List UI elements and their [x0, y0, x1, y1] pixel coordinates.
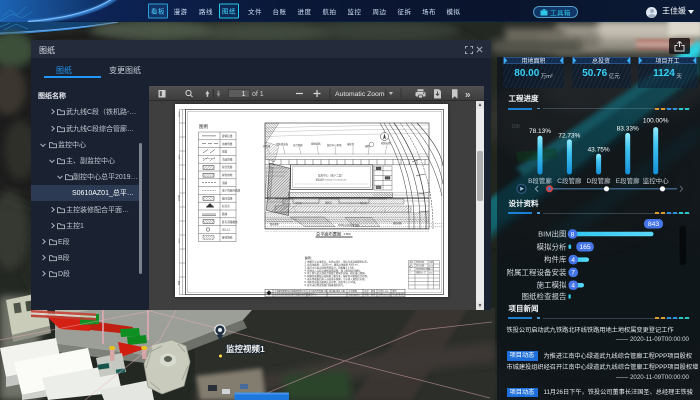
svg-text:图例: 图例 — [199, 123, 208, 130]
svg-text:地下管廊外轮廓: 地下管廊外轮廓 — [222, 188, 241, 192]
svg-text:日期: 日期 — [429, 260, 433, 264]
svg-text:E段管廊: E段管廊 — [616, 176, 640, 185]
svg-text:1:500: 1:500 — [343, 232, 350, 236]
svg-text:模拟分析: 模拟分析 — [537, 241, 567, 251]
svg-text:综合管廊: 综合管廊 — [293, 143, 303, 147]
svg-text:100: 100 — [511, 124, 520, 130]
svg-text:843: 843 — [648, 221, 660, 228]
svg-text:of 1: of 1 — [252, 91, 264, 98]
svg-text:总平面: 总平面 — [177, 194, 181, 200]
svg-text:8: 8 — [571, 231, 575, 238]
svg-text:既有道路翻交: 既有道路翻交 — [222, 219, 238, 223]
svg-text:市政管线: 市政管线 — [222, 157, 233, 161]
svg-text:规划支路: 规划支路 — [381, 141, 391, 145]
svg-text:武汉市城市建设投资开发集团有限公司: 武汉市城市建设投资开发集团有限公司 — [274, 292, 309, 296]
svg-text:围墙: 围墙 — [222, 149, 228, 153]
svg-text:审核: 审核 — [364, 292, 368, 296]
svg-text:批准: 批准 — [371, 292, 375, 296]
svg-text:4: 4 — [571, 257, 575, 264]
svg-text:总平面图: 总平面图 — [348, 289, 356, 293]
svg-text:78.13%: 78.13% — [529, 128, 551, 135]
svg-text:100.00%: 100.00% — [643, 118, 669, 125]
svg-text:165: 165 — [579, 244, 591, 251]
svg-text:监控中心用地: 监控中心用地 — [327, 143, 342, 147]
svg-text:7: 7 — [571, 270, 575, 277]
svg-text:监控中心: 监控中心 — [643, 176, 670, 185]
svg-text:构件库: 构件库 — [544, 254, 567, 264]
svg-text:比例 1:500: 比例 1:500 — [378, 289, 389, 293]
svg-text:日期 2019.06: 日期 2019.06 — [378, 292, 391, 296]
svg-text:复核: 复核 — [371, 289, 375, 293]
svg-text:监控中心（地下二层）: 监控中心（地下二层） — [318, 173, 344, 177]
svg-text:S0610AZ01: S0610AZ01 — [348, 293, 360, 296]
svg-text:»: » — [465, 90, 471, 101]
svg-text:总平面布置图: 总平面布置图 — [316, 230, 341, 237]
svg-text:标高点: 标高点 — [222, 204, 230, 208]
svg-text:既有建筑: 既有建筑 — [270, 222, 280, 226]
svg-text:Automatic Zoom: Automatic Zoom — [335, 91, 385, 98]
svg-text:43.75%: 43.75% — [588, 147, 610, 154]
svg-text:附属工程设备安装: 附属工程设备安装 — [507, 267, 567, 277]
svg-text:首次出图: 首次出图 — [416, 263, 424, 267]
svg-text:绿化带: 绿化带 — [347, 142, 355, 146]
svg-text:出图: 出图 — [177, 280, 181, 284]
svg-text:图号: 图号 — [392, 289, 396, 293]
svg-text:4: 4 — [571, 283, 575, 290]
svg-text:版次: 版次 — [409, 260, 413, 264]
svg-text:19.06: 19.06 — [428, 265, 434, 267]
svg-text:C段管廊: C段管廊 — [557, 176, 582, 185]
svg-text:综合管廊: 综合管廊 — [222, 165, 233, 169]
svg-text:BIM出图: BIM出图 — [538, 229, 566, 239]
svg-text:说明：: 说明： — [304, 255, 313, 260]
svg-text:1: 1 — [242, 91, 246, 98]
svg-text:硬化场地: 硬化场地 — [222, 235, 233, 239]
svg-text:用地界线: 用地界线 — [222, 141, 233, 145]
svg-text:S0610: S0610 — [179, 110, 181, 117]
svg-text:共1张 第1张: 共1张 第1张 — [392, 292, 404, 296]
svg-text:绿化用地: 绿化用地 — [222, 173, 233, 177]
svg-text:道路: 道路 — [222, 180, 228, 184]
svg-text:B段管廊: B段管廊 — [528, 176, 552, 185]
svg-text:19.12: 19.12 — [428, 272, 434, 274]
svg-text:调整出入口: 调整出入口 — [416, 270, 426, 274]
svg-text:D段管廊: D段管廊 — [586, 176, 611, 185]
svg-text:中铁第四勘察设计院集团有限公司: 中铁第四勘察设计院集团有限公司 — [274, 289, 305, 293]
svg-text:9. 其余未尽事宜按现行国家规范执行。: 9. 其余未尽事宜按现行国家规范执行。 — [304, 282, 345, 286]
svg-text:19.09: 19.09 — [428, 269, 434, 271]
svg-text:路缘: 路缘 — [222, 212, 228, 216]
svg-text:72.73%: 72.73% — [558, 133, 580, 140]
svg-text:监控视频1: 监控视频1 — [226, 344, 265, 354]
svg-text:监控中心: 监控中心 — [308, 292, 316, 296]
svg-text:临时堆场: 临时堆场 — [222, 196, 233, 200]
svg-text:图纸检查报告: 图纸检查报告 — [522, 291, 567, 301]
svg-text:出入口: 出入口 — [222, 227, 230, 231]
svg-text:83.33%: 83.33% — [617, 126, 639, 133]
svg-text:施工模拟: 施工模拟 — [537, 280, 567, 290]
svg-text:设计: 设计 — [364, 289, 368, 293]
svg-text:消防登高面: 消防登高面 — [276, 142, 289, 146]
svg-text:规划道路: 规划道路 — [311, 141, 321, 145]
svg-text:修改内容: 修改内容 — [416, 260, 424, 264]
svg-text:建筑红线: 建筑红线 — [222, 134, 233, 138]
svg-text:武九线综合管廊工程（铁机路-建设十路）: 武九线综合管廊工程（铁机路-建设十路） — [308, 289, 346, 293]
